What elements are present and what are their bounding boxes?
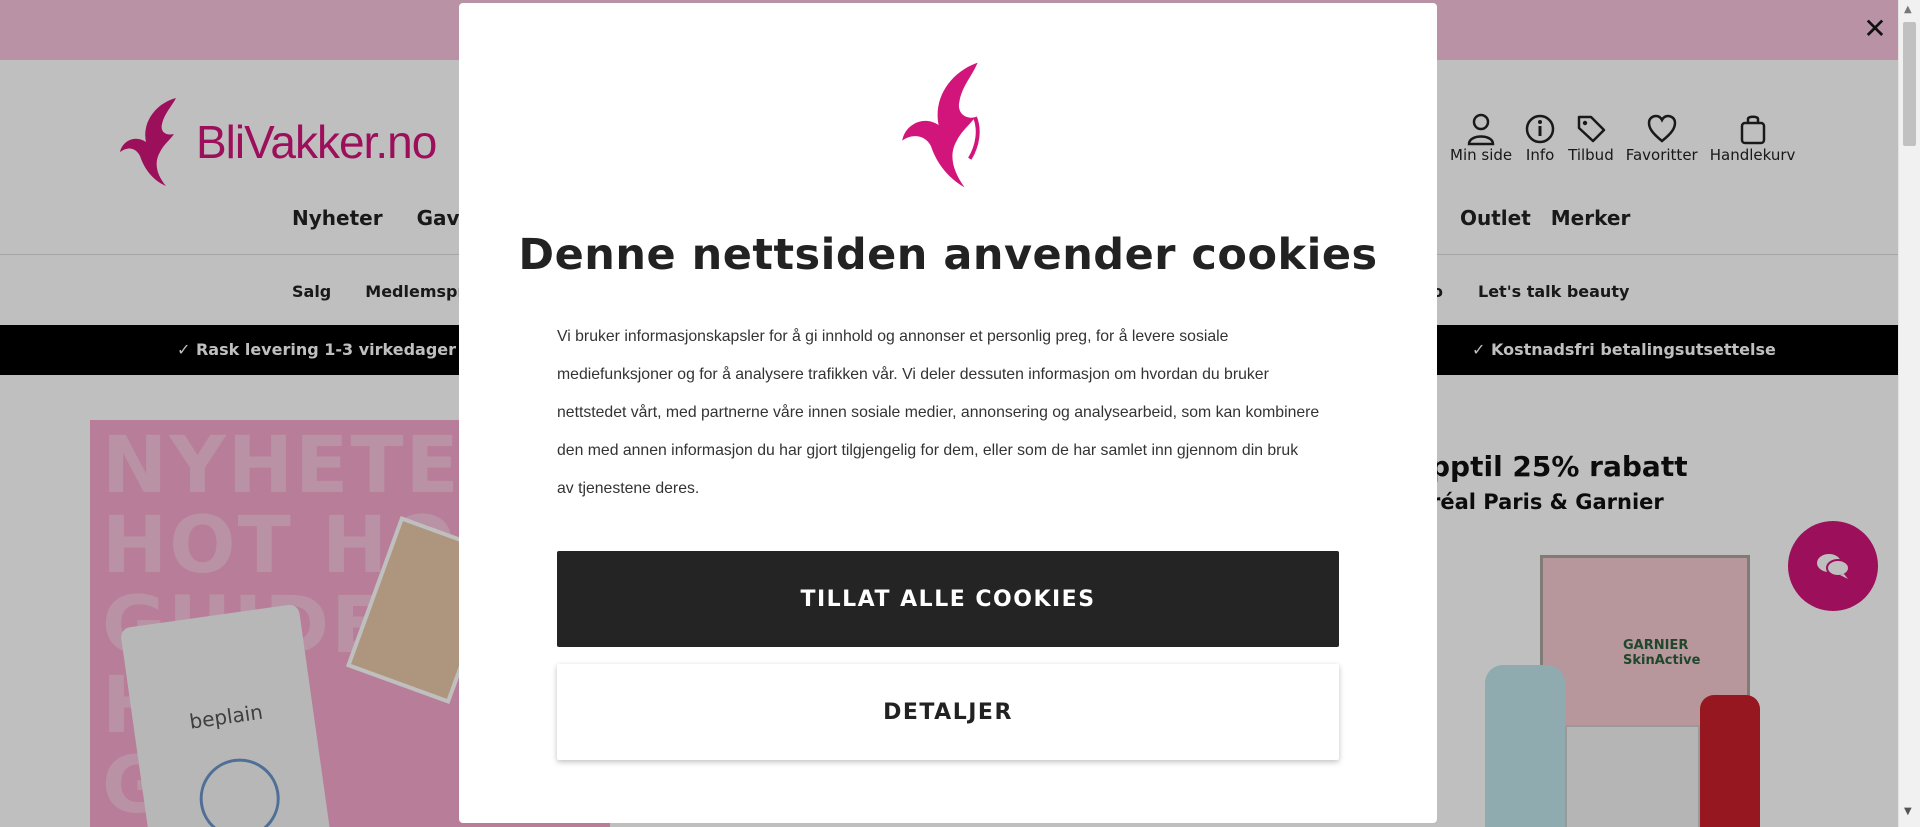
scroll-down-arrow-icon[interactable]: ▼: [1904, 806, 1912, 817]
body-line: den med annen informasjon du har gjort t…: [557, 442, 1299, 459]
scroll-up-arrow-icon[interactable]: ▲: [1904, 4, 1912, 15]
body-line: mediefunksjoner og for å analysere trafi…: [557, 366, 1269, 383]
body-line: nettstedet vårt, med partnerne våre inne…: [557, 404, 1320, 421]
scrollbar-thumb[interactable]: [1903, 22, 1916, 146]
body-line: av tjenestene deres.: [557, 480, 700, 497]
allow-all-cookies-button[interactable]: TILLAT ALLE COOKIES: [557, 551, 1339, 647]
modal-body-text: Vi bruker informasjonskapsler for å gi i…: [557, 318, 1347, 508]
body-line: Vi bruker informasjonskapsler for å gi i…: [557, 328, 1229, 345]
modal-title: Denne nettsiden anvender cookies: [518, 230, 1378, 280]
cookie-consent-modal: Denne nettsiden anvender cookies Vi bruk…: [459, 3, 1437, 823]
close-icon[interactable]: ✕: [1862, 14, 1888, 44]
cookie-details-button[interactable]: DETALJER: [557, 664, 1339, 760]
scrollbar[interactable]: ▲ ▼: [1898, 0, 1920, 827]
brand-face-icon: [902, 62, 980, 188]
